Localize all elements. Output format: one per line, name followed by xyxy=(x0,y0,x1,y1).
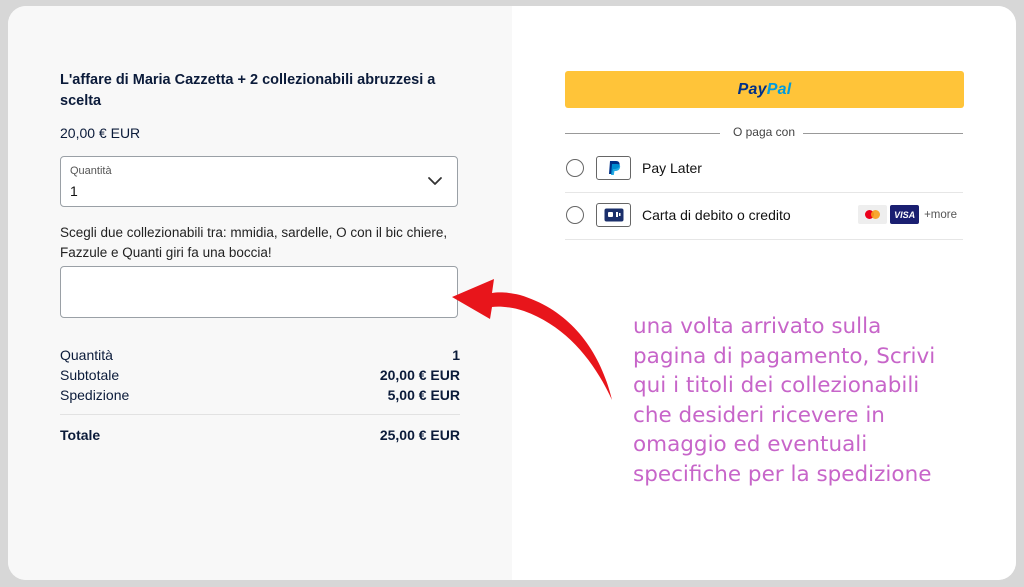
paypal-button[interactable]: Pay Pal xyxy=(565,71,964,108)
summary-row-quantity: Quantità 1 xyxy=(60,345,460,365)
chevron-down-icon xyxy=(428,177,442,185)
quantity-label: Quantità xyxy=(70,165,112,177)
red-arrow-icon xyxy=(452,279,612,400)
pay-later-radio[interactable] xyxy=(566,159,584,177)
paypal-logo-part1: Pay xyxy=(737,80,767,98)
total-label: Totale xyxy=(60,427,101,443)
card-label: Carta di debito o credito xyxy=(642,207,791,223)
summary-row-subtotal: Subtotale 20,00 € EUR xyxy=(60,365,460,385)
or-pay-with-divider: O paga con xyxy=(565,125,963,141)
card-option[interactable]: Carta di debito o credito VISA +more xyxy=(565,193,963,240)
summary-divider xyxy=(60,414,460,415)
collectibles-instructions: Scegli due collezionabili tra: mmidia, s… xyxy=(60,225,448,260)
order-summary: Quantità 1 Subtotale 20,00 € EUR Spedizi… xyxy=(60,345,460,445)
card-brands: VISA +more xyxy=(858,205,957,224)
annotation-line: che desideri ricevere in xyxy=(633,402,885,428)
more-brands-label: +more xyxy=(924,208,957,221)
total-value: 25,00 € EUR xyxy=(379,427,460,443)
annotation-line: pagina di pagamento, Scrivi xyxy=(633,343,936,369)
summary-row-shipping: Spedizione 5,00 € EUR xyxy=(60,385,460,405)
card-icon xyxy=(596,203,631,227)
pay-later-option[interactable]: Pay Later xyxy=(565,146,963,193)
order-panel: L'affare di Maria Cazzetta + 2 collezion… xyxy=(8,6,512,580)
paypal-logo-part2: Pal xyxy=(766,80,792,98)
paypal-icon xyxy=(596,156,631,180)
annotation-text: una volta arrivato sulla pagina di pagam… xyxy=(633,312,1013,489)
annotation-line: qui i titoli dei collezionabili xyxy=(633,373,920,398)
product-price: 20,00 € EUR xyxy=(60,125,141,141)
mastercard-icon xyxy=(858,205,888,224)
product-title: L'affare di Maria Cazzetta + 2 collezion… xyxy=(60,72,436,109)
summary-row-total: Totale 25,00 € EUR xyxy=(60,425,460,445)
annotation-line: specifiche per la spedizione xyxy=(633,461,932,487)
summary-label: Subtotale xyxy=(60,367,120,383)
pay-later-label: Pay Later xyxy=(642,160,702,176)
visa-icon: VISA xyxy=(890,205,920,224)
annotation-line: una volta arrivato sulla xyxy=(633,314,882,339)
summary-label: Quantità xyxy=(60,347,113,363)
card-radio[interactable] xyxy=(566,206,584,224)
quantity-select[interactable]: Quantità 1 xyxy=(60,156,458,207)
summary-label: Spedizione xyxy=(60,387,130,403)
divider-line xyxy=(803,133,963,134)
collectibles-notes-input[interactable] xyxy=(60,266,458,318)
quantity-value: 1 xyxy=(70,183,78,199)
annotation-line: omaggio ed eventuali xyxy=(633,432,868,457)
or-pay-with-label: O paga con xyxy=(732,125,796,139)
